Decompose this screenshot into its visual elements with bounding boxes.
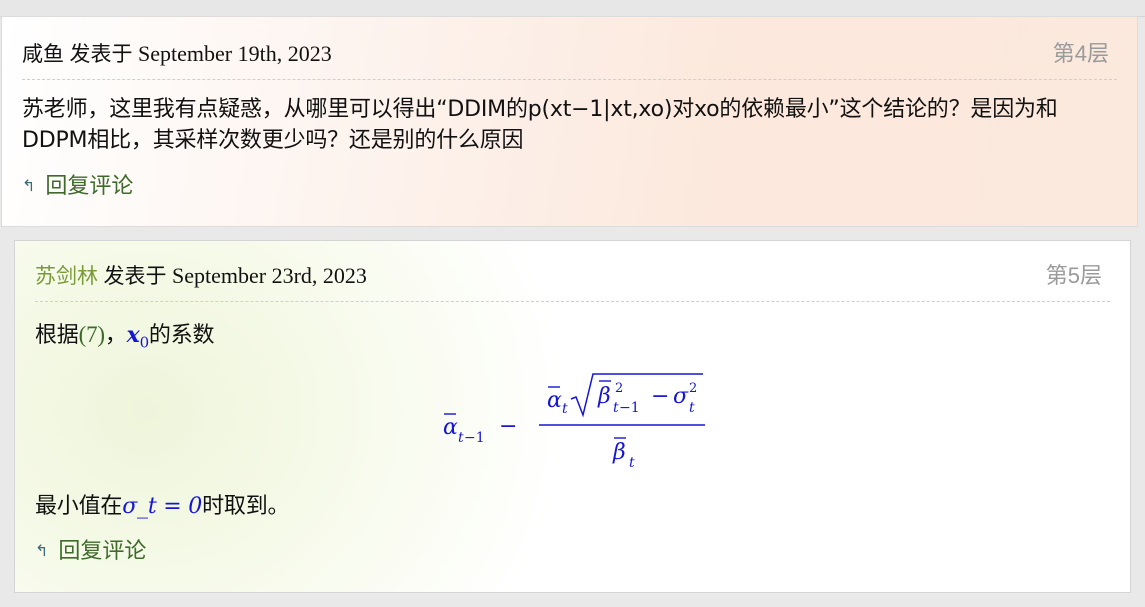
comment-author-link[interactable]: 苏剑林: [35, 264, 98, 288]
text-part: ，: [104, 323, 127, 348]
text-part: 时取到。: [202, 494, 290, 519]
svg-text:t: t: [629, 455, 635, 471]
text-part: 的系数: [148, 323, 215, 348]
top-strip: [0, 0, 1145, 17]
svg-text:α: α: [547, 388, 562, 413]
text-part: 最小值在: [35, 494, 123, 519]
svg-text:β: β: [597, 384, 611, 409]
svg-text:−: −: [499, 414, 517, 439]
svg-text:α: α: [443, 415, 458, 440]
comment-date: September 23rd, 2023: [172, 263, 367, 288]
comment-body: 苏老师，这里我有点疑惑，从哪里可以得出“DDIM的p(xt−1|xt,xo)对x…: [22, 97, 1058, 153]
reply-label: 回复评论: [45, 174, 134, 199]
svg-text:2: 2: [615, 381, 623, 396]
comment-date: September 19th, 2023: [138, 41, 332, 66]
svg-text:σ: σ: [673, 384, 689, 409]
equation-reference-link[interactable]: (7): [79, 322, 105, 347]
math-symbol: x: [126, 322, 140, 348]
reply-comment-link[interactable]: ↰ 回复评论: [22, 168, 133, 200]
svg-text:t: t: [562, 401, 568, 417]
math-condition: σ_t = 0: [122, 494, 203, 519]
reply-arrow-icon: ↰: [22, 176, 36, 195]
svg-text:−: −: [651, 384, 669, 409]
display-formula: α t −1 − α t β 2 t −1 − σ 2 t β t: [443, 373, 705, 471]
reply-arrow-icon: ↰: [35, 541, 49, 560]
comment-body-line1: 根据(7)，x0的系数: [35, 319, 1110, 358]
svg-text:β: β: [612, 440, 626, 465]
posted-label: 发表于: [103, 264, 167, 288]
comment-header: 苏剑林 发表于 September 23rd, 2023 第5层: [35, 259, 1110, 302]
posted-label: 发表于: [69, 42, 133, 66]
floor-number: 第4层: [1052, 41, 1109, 66]
comment-body-line2: 最小值在σ_t = 0时取到。: [35, 491, 1110, 522]
math-subscript: 0: [139, 333, 150, 352]
floor-number: 第5层: [1045, 263, 1102, 288]
comment-header: 咸鱼 发表于 September 19th, 2023 第4层: [22, 37, 1117, 80]
reply-label: 回复评论: [58, 539, 147, 564]
svg-text:−1: −1: [619, 400, 640, 416]
comment-floor-4: 咸鱼 发表于 September 19th, 2023 第4层 苏老师，这里我有…: [1, 16, 1138, 227]
svg-text:2: 2: [689, 381, 697, 396]
comment-author: 咸鱼: [22, 42, 64, 66]
text-part: 根据: [35, 323, 79, 348]
comment-floor-5: 苏剑林 发表于 September 23rd, 2023 第5层 根据(7)，x…: [14, 240, 1131, 593]
reply-comment-link[interactable]: ↰ 回复评论: [35, 533, 146, 565]
svg-text:−1: −1: [464, 430, 485, 446]
svg-text:t: t: [689, 400, 695, 416]
